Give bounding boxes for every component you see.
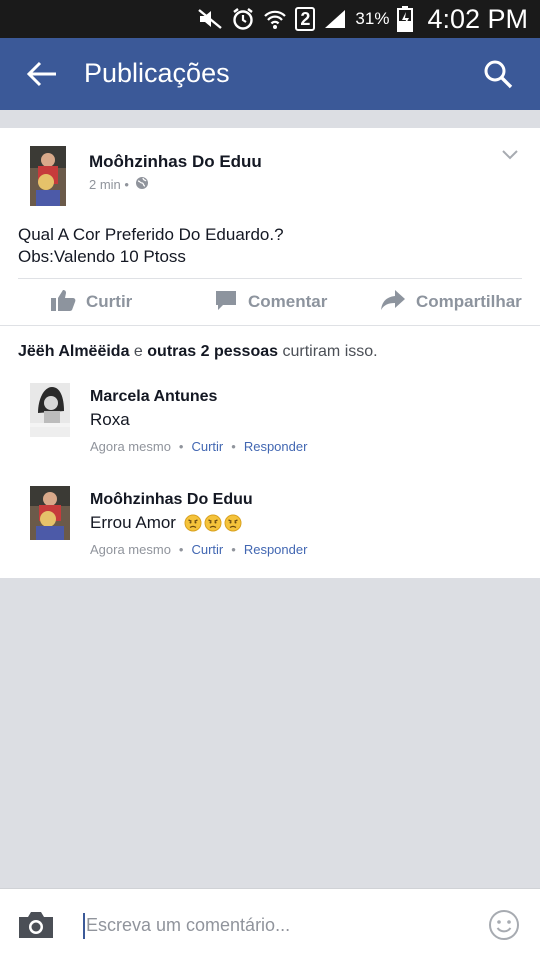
- signal-icon: [323, 8, 347, 30]
- post-text: Qual A Cor Preferido Do Eduardo.? Obs:Va…: [18, 224, 284, 268]
- post-actions: Curtir Comentar Compartilhar: [0, 279, 540, 325]
- separator-dot: •: [178, 439, 184, 454]
- post-card: Moôhzinhas Do Eduu 2 min • Qual A Cor Pr…: [0, 128, 540, 578]
- comment-label: Comentar: [248, 292, 328, 311]
- speech-bubble-icon: [214, 288, 238, 317]
- comment-input[interactable]: [84, 907, 464, 943]
- comment-text: Errou Amor: [90, 513, 242, 533]
- likes-suffix: curtiram isso.: [282, 343, 378, 360]
- alarm-icon: [231, 7, 255, 31]
- angry-face-icon: [204, 514, 222, 532]
- thumbs-up-icon: [50, 288, 76, 317]
- comment-button[interactable]: Comentar: [214, 279, 327, 325]
- emoji-row: [184, 514, 242, 532]
- likes-summary[interactable]: Jëëh Almëëida e outras 2 pessoas curtira…: [18, 343, 378, 361]
- angry-face-icon: [184, 514, 202, 532]
- comment-item: Moôhzinhas Do Eduu Errou Amor Agora mesm…: [0, 486, 540, 576]
- comment-reply-link[interactable]: Responder: [244, 439, 308, 454]
- comment-composer: [0, 888, 540, 960]
- comment-item: Marcela Antunes Roxa Agora mesmo • Curti…: [0, 383, 540, 473]
- comment-like-link[interactable]: Curtir: [191, 542, 223, 557]
- comment-reply-link[interactable]: Responder: [244, 542, 308, 557]
- chevron-down-icon[interactable]: [500, 148, 520, 162]
- clock: 4:02 PM: [427, 3, 528, 34]
- comment-time: Agora mesmo: [90, 542, 171, 557]
- divider: [0, 325, 540, 326]
- smiley-icon[interactable]: [488, 909, 520, 941]
- likes-others[interactable]: outras 2 pessoas: [147, 343, 278, 360]
- search-icon[interactable]: [478, 56, 518, 92]
- status-bar: 2 31% 4:02 PM: [0, 0, 540, 38]
- avatar[interactable]: [30, 383, 70, 437]
- battery-charging-icon: [397, 6, 414, 32]
- separator-dot: •: [231, 439, 236, 454]
- comment-author[interactable]: Moôhzinhas Do Eduu: [90, 491, 253, 509]
- status-icons: 2 31% 4:02 PM: [197, 0, 528, 38]
- comment-author[interactable]: Marcela Antunes: [90, 388, 217, 406]
- wifi-icon: [263, 8, 287, 30]
- comment-time: Agora mesmo: [90, 439, 171, 454]
- comment-text-content: Errou Amor: [90, 513, 176, 532]
- share-label: Compartilhar: [416, 292, 522, 311]
- post-time-text: 2 min: [89, 177, 121, 192]
- separator-dot: •: [231, 542, 236, 557]
- camera-icon[interactable]: [16, 909, 56, 941]
- post-text-line: Qual A Cor Preferido Do Eduardo.?: [18, 225, 284, 244]
- battery-percent: 31%: [355, 9, 390, 28]
- page-title: Publicações: [84, 58, 230, 88]
- avatar[interactable]: [30, 146, 66, 206]
- globe-icon: [135, 176, 149, 193]
- like-label: Curtir: [86, 292, 133, 311]
- comment-text-content: Roxa: [90, 410, 130, 429]
- separator-dot: •: [178, 542, 184, 557]
- post-text-line: Obs:Valendo 10 Ptoss: [18, 247, 186, 266]
- share-button[interactable]: Compartilhar: [380, 279, 522, 325]
- post-author[interactable]: Moôhzinhas Do Eduu: [89, 152, 262, 172]
- comment-like-link[interactable]: Curtir: [191, 439, 223, 454]
- post-time[interactable]: 2 min •: [89, 177, 129, 192]
- avatar[interactable]: [30, 486, 70, 540]
- app-bar: Publicações: [0, 38, 540, 110]
- comment-text: Roxa: [90, 410, 130, 430]
- mute-icon: [197, 8, 223, 30]
- comment-footer: Agora mesmo • Curtir • Responder: [90, 542, 307, 557]
- arrow-left-icon[interactable]: [22, 56, 62, 92]
- like-button[interactable]: Curtir: [50, 279, 132, 325]
- comment-footer: Agora mesmo • Curtir • Responder: [90, 439, 307, 454]
- share-arrow-icon: [380, 288, 406, 317]
- post-meta: 2 min •: [89, 176, 149, 193]
- likes-connector: e: [133, 343, 143, 360]
- angry-face-icon: [224, 514, 242, 532]
- liker-name[interactable]: Jëëh Almëëida: [18, 343, 129, 360]
- sim-badge: 2: [295, 7, 316, 31]
